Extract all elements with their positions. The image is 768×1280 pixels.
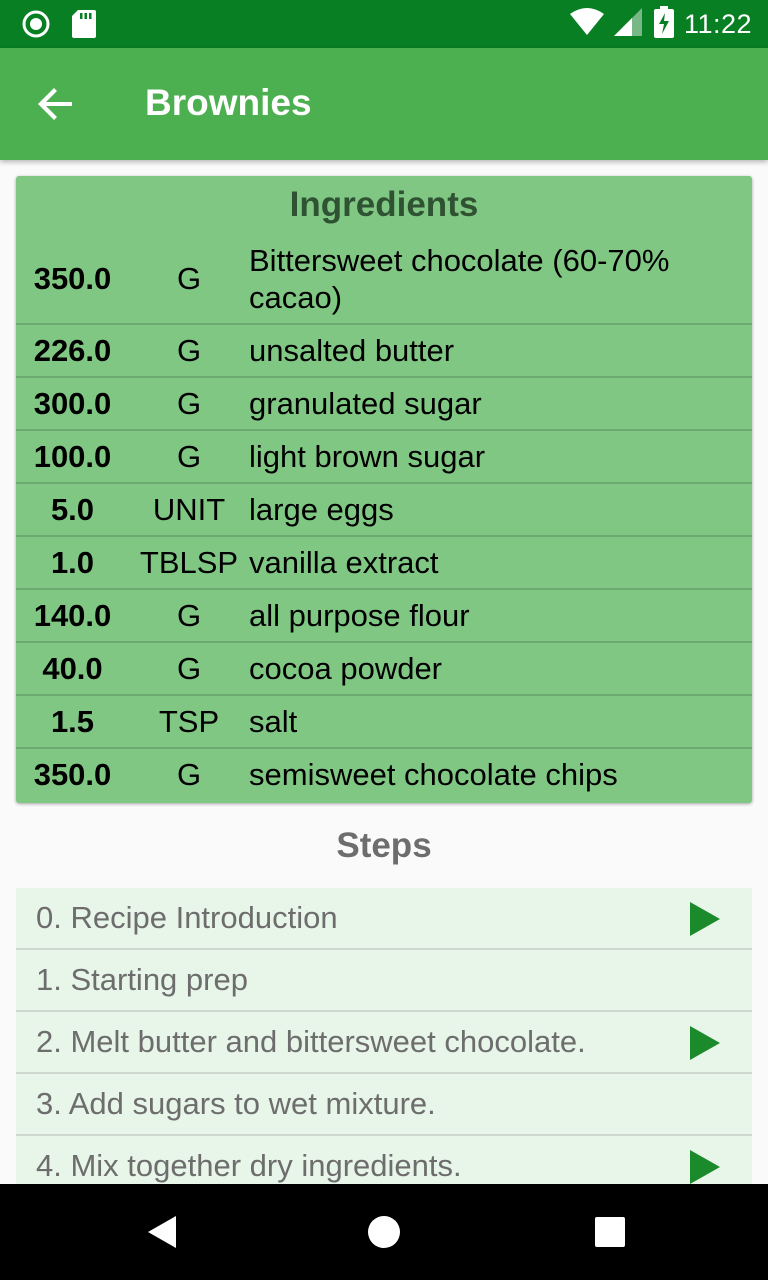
battery-charging-icon — [653, 5, 674, 43]
back-button[interactable] — [30, 78, 82, 130]
ingredient-name: unsalted butter — [249, 333, 455, 368]
ingredient-unit: G — [176, 332, 202, 368]
nav-recents-icon[interactable] — [592, 1214, 628, 1250]
ingredient-quantity: 226.0 — [33, 332, 112, 368]
ingredient-row: 40.0 G cocoa powder — [16, 643, 752, 696]
ingredient-quantity: 350.0 — [33, 756, 112, 792]
ingredient-row: 300.0 G granulated sugar — [16, 378, 752, 431]
steps-title: Steps — [336, 826, 432, 865]
play-icon — [690, 1150, 720, 1184]
ingredient-name: light brown sugar — [249, 439, 486, 474]
ingredient-row: 140.0 G all purpose flour — [16, 590, 752, 643]
ingredient-quantity: 350.0 — [33, 260, 112, 296]
back-arrow-icon — [38, 88, 72, 120]
steps-list: 0. Recipe Introduction 1. Starting prep … — [16, 888, 752, 1198]
ingredient-quantity: 40.0 — [42, 650, 103, 686]
ingredient-unit: G — [176, 597, 202, 633]
ingredient-name: Bittersweet chocolate (60-70% cacao) — [249, 242, 670, 315]
ingredient-unit: TSP — [158, 703, 220, 739]
ingredient-row: 226.0 G unsalted butter — [16, 325, 752, 378]
step-item[interactable]: 2. Melt butter and bittersweet chocolate… — [16, 1012, 752, 1074]
ingredient-name: granulated sugar — [249, 386, 482, 421]
ingredient-quantity: 1.5 — [50, 703, 95, 739]
app-bar: Brownies — [0, 48, 768, 160]
play-icon — [690, 1026, 720, 1060]
ingredient-unit: G — [176, 650, 202, 686]
ingredient-unit: G — [176, 756, 202, 792]
step-label: 1. Starting prep — [36, 962, 248, 997]
ingredient-unit: G — [176, 438, 202, 474]
ingredient-name: all purpose flour — [249, 598, 470, 633]
ingredient-name: semisweet chocolate chips — [249, 757, 618, 792]
ingredient-row: 1.5 TSP salt — [16, 696, 752, 749]
ingredient-quantity: 300.0 — [33, 385, 112, 421]
status-time: 11:22 — [683, 8, 752, 39]
step-label: 0. Recipe Introduction — [36, 900, 338, 935]
nav-home-icon[interactable] — [366, 1214, 402, 1250]
ingredient-unit: G — [176, 260, 202, 296]
ingredient-quantity: 100.0 — [33, 438, 112, 474]
step-item[interactable]: 0. Recipe Introduction — [16, 888, 752, 950]
ingredient-row: 100.0 G light brown sugar — [16, 431, 752, 484]
step-label: 3. Add sugars to wet mixture. — [36, 1086, 436, 1121]
nav-back-icon[interactable] — [144, 1214, 180, 1250]
ingredient-unit: G — [176, 385, 202, 421]
status-bar: 11:22 — [0, 0, 768, 48]
ingredient-name: large eggs — [249, 492, 394, 527]
step-item[interactable]: 3. Add sugars to wet mixture. — [16, 1074, 752, 1136]
wifi-icon — [569, 7, 604, 41]
ingredient-quantity: 5.0 — [50, 491, 95, 527]
step-label: 4. Mix together dry ingredients. — [36, 1148, 462, 1183]
step-label: 2. Melt butter and bittersweet chocolate… — [36, 1024, 586, 1059]
play-icon — [690, 902, 720, 936]
page-title: Brownies — [145, 82, 312, 123]
ingredients-title: Ingredients — [289, 185, 479, 224]
ingredient-name: cocoa powder — [249, 651, 443, 686]
ingredients-card: Ingredients 350.0 G Bittersweet chocolat… — [16, 176, 752, 803]
app-notification-icon — [22, 10, 50, 43]
ingredient-unit: UNIT — [152, 491, 226, 527]
ingredient-quantity: 1.0 — [50, 544, 95, 580]
ingredient-row: 350.0 G Bittersweet chocolate (60-70% ca… — [16, 234, 752, 325]
sd-card-icon — [72, 10, 96, 43]
ingredient-row: 5.0 UNIT large eggs — [16, 484, 752, 537]
ingredient-row: 350.0 G semisweet chocolate chips — [16, 749, 752, 800]
system-nav-bar — [0, 1184, 768, 1280]
ingredient-name: salt — [249, 704, 298, 739]
cell-signal-icon — [613, 7, 644, 41]
ingredient-row: 1.0 TBLSP vanilla extract — [16, 537, 752, 590]
ingredient-name: vanilla extract — [249, 545, 439, 580]
step-item[interactable]: 1. Starting prep — [16, 950, 752, 1012]
ingredient-unit: TBLSP — [139, 544, 239, 580]
ingredient-quantity: 140.0 — [33, 597, 112, 633]
